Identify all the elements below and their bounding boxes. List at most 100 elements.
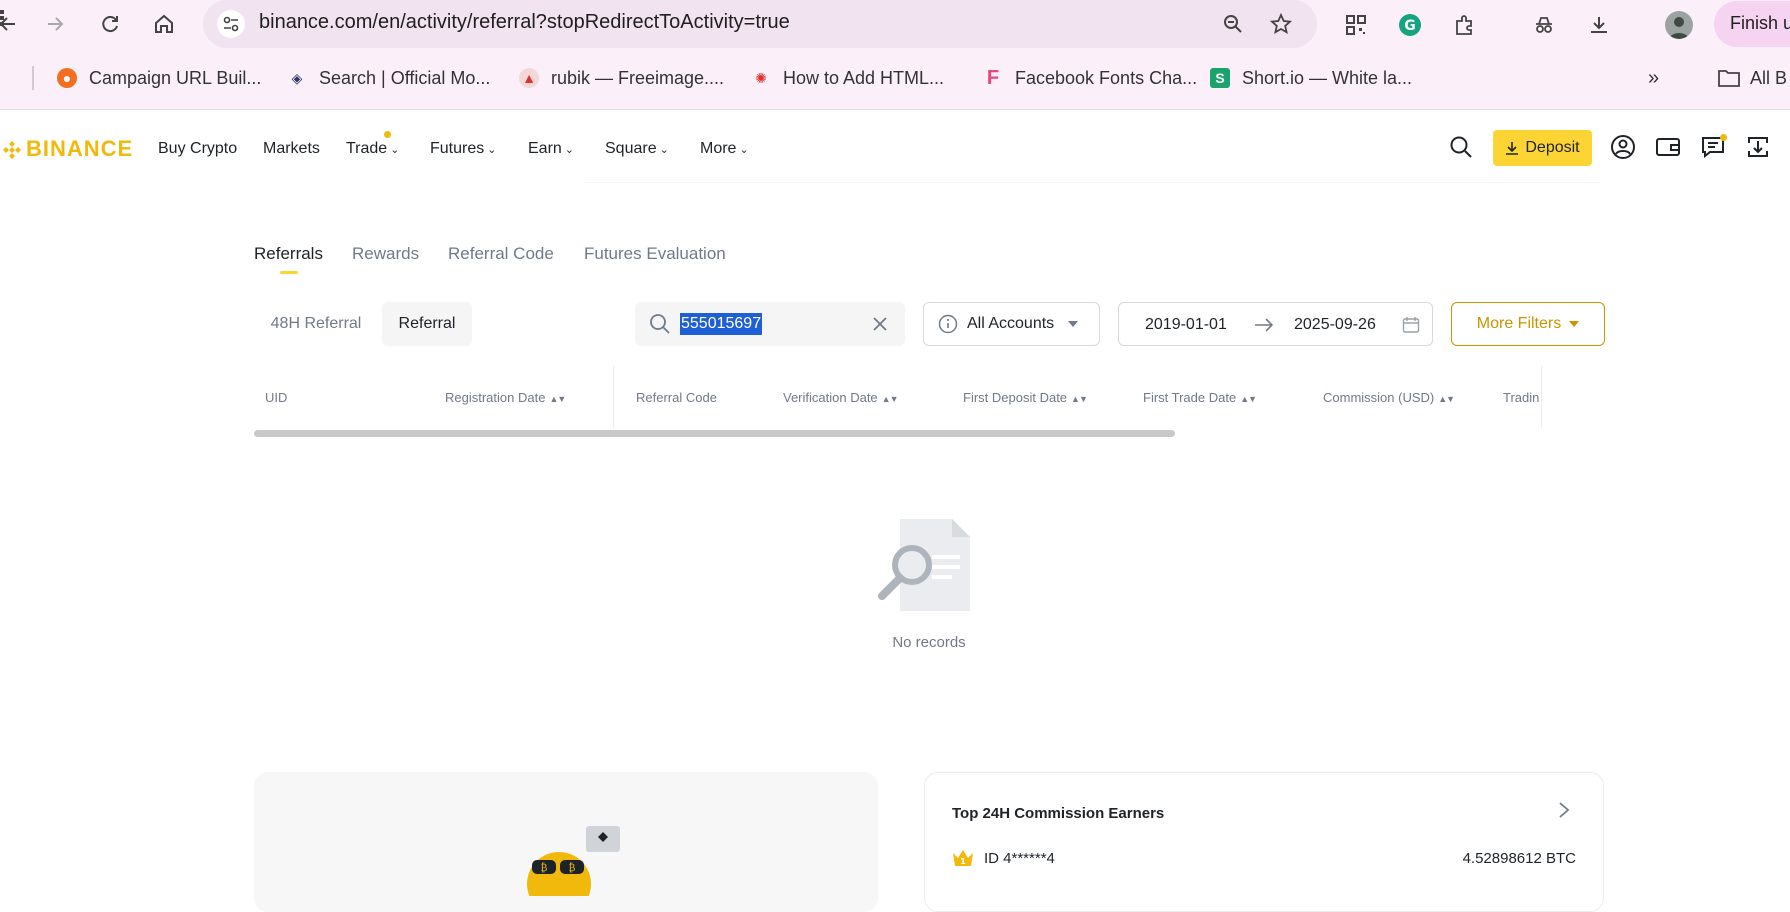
bookmarks-divider bbox=[32, 66, 34, 90]
bookmark-star-icon[interactable] bbox=[1267, 10, 1295, 38]
segment-48h-referral[interactable]: 48H Referral bbox=[254, 302, 378, 346]
header-divider bbox=[585, 182, 1600, 183]
qr-code-icon[interactable] bbox=[1341, 10, 1371, 40]
svg-text:₿: ₿ bbox=[569, 862, 576, 874]
tab-referral-code[interactable]: Referral Code bbox=[448, 244, 554, 264]
nav-trade[interactable]: Trade ⌄ bbox=[346, 140, 399, 158]
bookmark-facebook-fonts[interactable]: F Facebook Fonts Cha... bbox=[983, 66, 1197, 90]
profile-avatar[interactable] bbox=[1665, 11, 1693, 39]
wallet-icon[interactable] bbox=[1655, 134, 1681, 160]
nav-more[interactable]: More ⌄ bbox=[700, 140, 749, 158]
sort-icon: ▲▼ bbox=[881, 394, 899, 404]
horizontal-scrollbar[interactable] bbox=[254, 430, 1175, 437]
bookmark-search-official[interactable]: ◈ Search | Official Mo... bbox=[287, 66, 491, 90]
bookmark-label: Campaign URL Buil... bbox=[89, 67, 262, 88]
date-end[interactable]: 2025-09-26 bbox=[1294, 316, 1376, 334]
html-favicon: ✺ bbox=[755, 69, 767, 86]
finish-update-button[interactable]: Finish u bbox=[1714, 1, 1790, 47]
tab-rewards[interactable]: Rewards bbox=[352, 244, 419, 264]
referral-table-header: UID Registration Date ▲▼ Referral Code Ve… bbox=[254, 366, 1542, 428]
app-download-icon[interactable] bbox=[1745, 134, 1771, 160]
account-select-value: All Accounts bbox=[967, 315, 1055, 332]
nav-earn[interactable]: Earn ⌄ bbox=[528, 140, 574, 158]
folder-icon bbox=[1718, 70, 1740, 87]
tab-futures-evaluation[interactable]: Futures Evaluation bbox=[584, 244, 726, 264]
calendar-icon[interactable] bbox=[1402, 316, 1420, 334]
zoom-icon[interactable] bbox=[1219, 10, 1247, 38]
more-bookmarks-chevron-icon[interactable]: » bbox=[1648, 66, 1659, 90]
bookmark-how-to-add-html[interactable]: ✺ How to Add HTML... bbox=[751, 66, 944, 90]
chevron-right-icon[interactable] bbox=[1557, 801, 1571, 819]
more-filters-label: More Filters bbox=[1476, 315, 1562, 332]
column-uid: UID bbox=[265, 390, 288, 405]
deposit-button[interactable]: Deposit bbox=[1493, 130, 1592, 166]
nav-markets[interactable]: Markets bbox=[263, 140, 320, 158]
incognito-icon[interactable] bbox=[1529, 10, 1559, 40]
extensions-icon[interactable] bbox=[1450, 10, 1480, 40]
browser-chrome: binance.com/en/activity/referral?stopRed… bbox=[0, 0, 1790, 110]
address-bar[interactable]: binance.com/en/activity/referral?stopRed… bbox=[203, 0, 1317, 48]
download-icon[interactable] bbox=[1584, 10, 1614, 40]
account-icon[interactable] bbox=[1610, 134, 1636, 160]
segment-referral[interactable]: Referral bbox=[382, 302, 472, 346]
nav-futures[interactable]: Futures ⌄ bbox=[430, 140, 496, 158]
bookmark-label: Short.io — White la... bbox=[1242, 67, 1413, 88]
apps-grid-icon[interactable] bbox=[0, 6, 8, 30]
date-start[interactable]: 2019-01-01 bbox=[1145, 316, 1227, 334]
bookmark-campaign-url-builder[interactable]: ● Campaign URL Buil... bbox=[57, 66, 261, 90]
site-settings-icon[interactable] bbox=[217, 10, 245, 38]
svg-text:1: 1 bbox=[960, 857, 966, 866]
bookmark-freeimage[interactable]: ▲ rubik — Freeimage.... bbox=[519, 66, 724, 90]
account-select[interactable]: All Accounts bbox=[923, 302, 1100, 346]
caret-down-icon bbox=[1068, 321, 1078, 327]
date-range-picker[interactable]: 2019-01-01 2025-09-26 bbox=[1118, 302, 1433, 346]
forward-arrow-icon[interactable] bbox=[39, 8, 71, 40]
top-earner-id: ID 4******4 bbox=[984, 849, 1055, 867]
column-referral-code: Referral Code bbox=[636, 390, 717, 405]
sort-icon: ▲▼ bbox=[1240, 394, 1257, 404]
deposit-label: Deposit bbox=[1525, 139, 1580, 156]
campaign-url-builder-favicon: ● bbox=[57, 68, 77, 88]
more-filters-button[interactable]: More Filters bbox=[1451, 302, 1605, 346]
no-records-icon bbox=[878, 519, 970, 611]
fixed-column-divider bbox=[613, 366, 614, 428]
url-text[interactable]: binance.com/en/activity/referral?stopRed… bbox=[259, 11, 790, 34]
svg-text:G: G bbox=[1404, 18, 1416, 34]
bookmark-shortio[interactable]: S Short.io — White la... bbox=[1210, 66, 1412, 90]
binance-logo[interactable]: BINANCE bbox=[2, 136, 133, 162]
info-icon bbox=[938, 314, 958, 334]
mascot-illustration: ₿ ₿ bbox=[527, 826, 620, 896]
fixed-column-divider-right bbox=[1541, 366, 1542, 428]
shortio-favicon: S bbox=[1210, 68, 1230, 88]
crown-rank-icon: 1 bbox=[953, 850, 973, 866]
column-first-trade-date[interactable]: First Trade Date ▲▼ bbox=[1143, 390, 1257, 405]
download-icon bbox=[1506, 142, 1519, 155]
sort-icon: ▲▼ bbox=[1438, 394, 1455, 404]
tab-referrals[interactable]: Referrals bbox=[254, 244, 323, 264]
empty-state-text: No records bbox=[892, 634, 966, 651]
chevron-down-icon: ⌄ bbox=[564, 144, 575, 156]
trade-notification-dot bbox=[384, 131, 391, 138]
bookmark-label: How to Add HTML... bbox=[783, 67, 945, 88]
bookmark-label: rubik — Freeimage.... bbox=[551, 67, 725, 88]
all-bookmarks-folder[interactable]: All B bbox=[1718, 66, 1787, 90]
uid-search-input[interactable]: 555015697 bbox=[635, 302, 905, 346]
column-commission-usd[interactable]: Commission (USD) ▲▼ bbox=[1323, 390, 1455, 405]
column-first-deposit-date[interactable]: First Deposit Date ▲▼ bbox=[963, 390, 1088, 405]
messages-notification-dot bbox=[1720, 134, 1727, 141]
clear-icon[interactable] bbox=[869, 313, 891, 335]
freeimage-favicon: ▲ bbox=[519, 68, 539, 88]
home-icon[interactable] bbox=[148, 8, 180, 40]
grammarly-icon[interactable]: G bbox=[1395, 10, 1425, 40]
nav-square[interactable]: Square ⌄ bbox=[605, 140, 669, 158]
search-icon[interactable] bbox=[1448, 134, 1474, 160]
column-registration-date[interactable]: Registration Date ▲▼ bbox=[445, 390, 566, 405]
reload-icon[interactable] bbox=[94, 8, 126, 40]
search-input-value[interactable]: 555015697 bbox=[680, 313, 763, 335]
caret-down-icon bbox=[1569, 320, 1580, 327]
sort-icon: ▲▼ bbox=[1071, 394, 1088, 404]
column-verification-date[interactable]: Verification Date ▲▼ bbox=[783, 390, 898, 405]
svg-text:₿: ₿ bbox=[541, 862, 548, 874]
nav-buy-crypto[interactable]: Buy Crypto bbox=[158, 140, 237, 158]
chevron-down-icon: ⌄ bbox=[487, 144, 497, 156]
